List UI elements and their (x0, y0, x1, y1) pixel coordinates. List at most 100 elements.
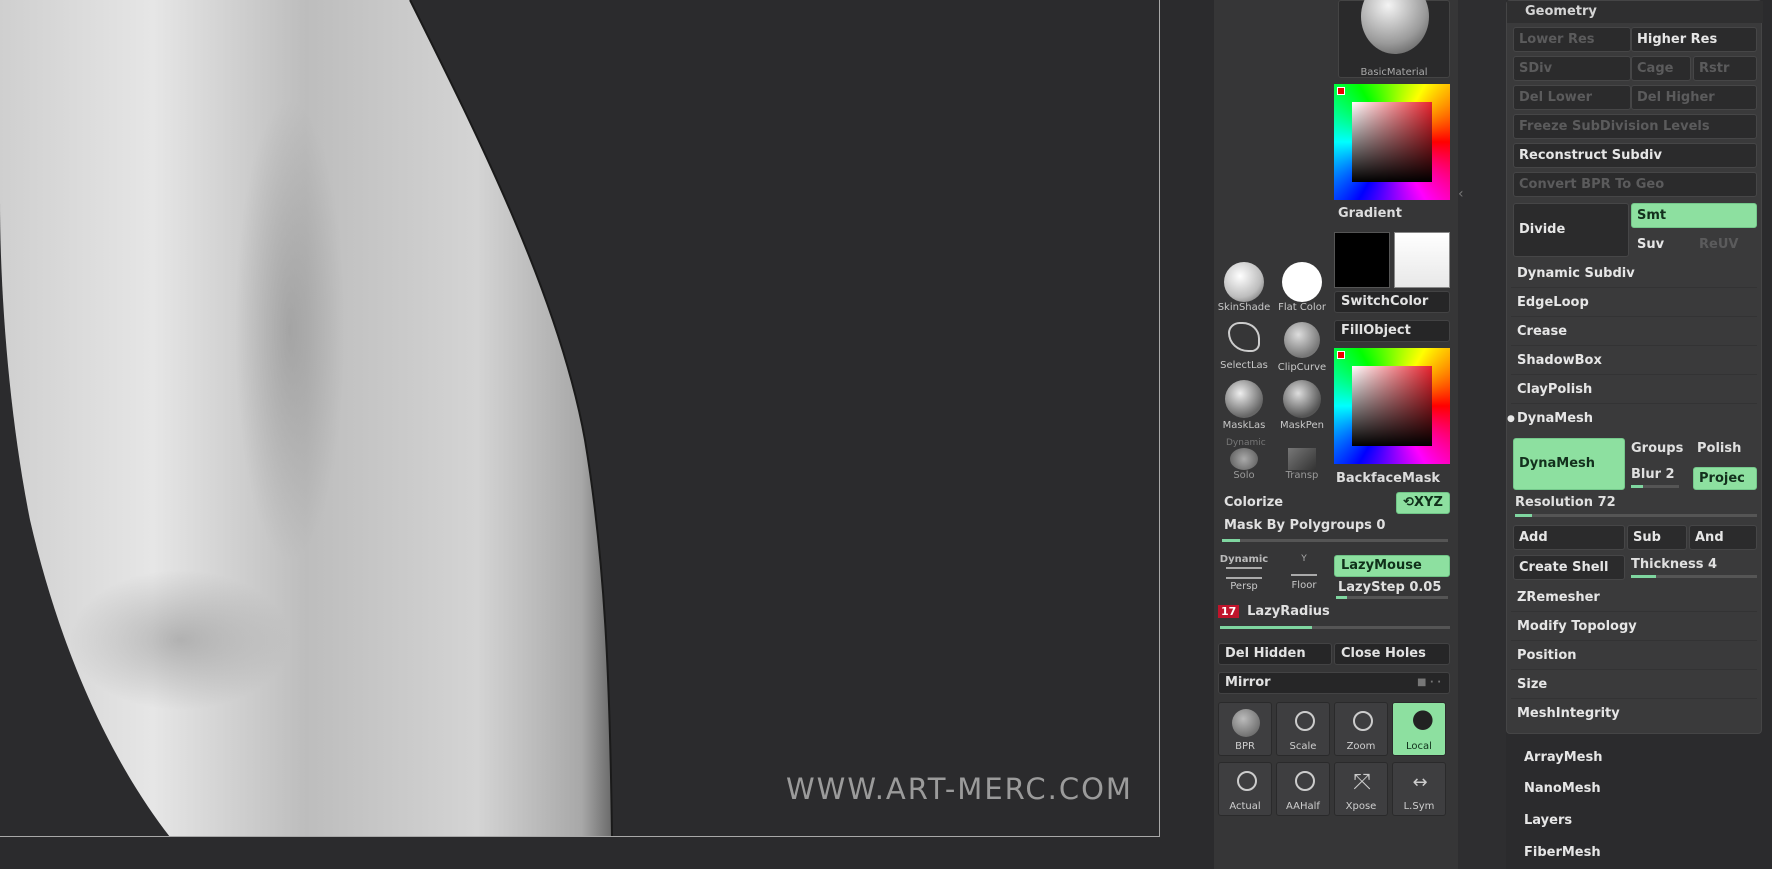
tray-collapse-handle-icon[interactable]: ‹ (1458, 186, 1466, 212)
bottom-strip (0, 837, 1160, 869)
position-section[interactable]: Position (1511, 642, 1757, 670)
shadowbox-section[interactable]: ShadowBox (1511, 347, 1757, 375)
lazystep-track[interactable] (1336, 596, 1448, 599)
canvas-viewport[interactable]: WWW.ART-MERC.COM (0, 0, 1160, 837)
persp-button[interactable]: Dynamic Persp (1216, 554, 1272, 600)
xyz-toggle-button[interactable]: ⟲XYZ (1396, 492, 1450, 514)
lazyradius-slider[interactable]: 17 LazyRadius (1218, 604, 1450, 626)
mask-by-polygroups-slider[interactable]: Mask By Polygroups 0 (1224, 518, 1448, 536)
thickness-fill (1631, 575, 1657, 578)
mirror-button[interactable]: Mirror ■ · · (1218, 672, 1450, 694)
cage-button[interactable]: Cage (1631, 56, 1691, 81)
close-holes-button[interactable]: Close Holes (1334, 643, 1450, 665)
nanomesh-subpalette[interactable]: NanoMesh (1524, 781, 1601, 796)
right-shelf: BasicMaterial Gradient SwitchColor FillO… (1214, 0, 1458, 869)
blur-track[interactable] (1631, 485, 1679, 488)
edgeloop-section[interactable]: EdgeLoop (1511, 289, 1757, 317)
actual-button[interactable]: Actual (1218, 762, 1272, 816)
convert-bpr-button[interactable]: Convert BPR To Geo (1513, 172, 1757, 197)
size-section[interactable]: Size (1511, 671, 1757, 699)
main-color-picker[interactable] (1334, 84, 1450, 200)
flat-color-material-button[interactable]: Flat Color (1272, 262, 1332, 318)
smt-toggle[interactable]: Smt (1631, 203, 1757, 228)
project-toggle[interactable]: Projec (1693, 467, 1757, 490)
switch-color-button[interactable]: SwitchColor (1334, 291, 1450, 313)
groups-toggle[interactable]: Groups (1631, 441, 1683, 456)
tray-divider[interactable]: ‹ (1458, 0, 1506, 869)
higher-res-button[interactable]: Higher Res (1631, 27, 1757, 52)
thickness-track[interactable] (1631, 575, 1757, 578)
polish-toggle[interactable]: Polish (1697, 441, 1741, 456)
freeze-subdivision-button[interactable]: Freeze SubDivision Levels (1513, 114, 1757, 139)
transp-button[interactable]: Transp (1272, 448, 1332, 488)
material-thumbnail[interactable]: BasicMaterial (1338, 0, 1450, 78)
backface-color-picker[interactable] (1334, 348, 1450, 464)
local-symmetry-button[interactable]: ↔ L.Sym (1392, 762, 1446, 816)
meshintegrity-section[interactable]: MeshIntegrity (1511, 700, 1757, 728)
del-hidden-button[interactable]: Del Hidden (1218, 643, 1332, 665)
del-lower-button[interactable]: Del Lower (1513, 85, 1631, 110)
mask-pen-button[interactable]: MaskPen (1272, 380, 1332, 436)
gradient-label[interactable]: Gradient (1338, 206, 1402, 221)
lower-res-button[interactable]: Lower Res (1513, 27, 1631, 52)
sub-button[interactable]: Sub (1627, 525, 1687, 550)
clip-curve-button[interactable]: ClipCurve (1272, 322, 1332, 378)
local-transform-icon (1406, 709, 1434, 737)
skinshade-material-button[interactable]: SkinShade (1216, 262, 1272, 318)
color-marker-icon (1337, 351, 1345, 359)
select-lasso-button[interactable]: SelectLas (1216, 322, 1272, 378)
thickness-slider[interactable]: Thickness 4 (1631, 557, 1717, 572)
backface-mask-label[interactable]: BackfaceMask (1336, 471, 1440, 486)
zoom-button[interactable]: Zoom (1334, 702, 1388, 756)
dynamesh-section[interactable]: ● DynaMesh (1507, 405, 1757, 433)
zremesher-section[interactable]: ZRemesher (1511, 584, 1757, 612)
lazystep-slider[interactable]: LazyStep 0.05 (1338, 580, 1441, 595)
bpr-render-button[interactable]: BPR (1218, 702, 1272, 756)
lazyradius-fill (1220, 626, 1312, 629)
crease-section[interactable]: Crease (1511, 318, 1757, 346)
colorize-label[interactable]: Colorize (1224, 495, 1283, 510)
reuv-button[interactable]: ReUV (1693, 232, 1757, 257)
reconstruct-subdiv-button[interactable]: Reconstruct Subdiv (1513, 143, 1757, 168)
add-button[interactable]: Add (1513, 525, 1625, 550)
sculpted-mesh[interactable] (0, 0, 1160, 837)
aahalf-button[interactable]: AAHalf (1276, 762, 1330, 816)
secondary-color-swatch[interactable] (1394, 232, 1450, 288)
resolution-track[interactable] (1515, 514, 1757, 517)
primary-color-swatch[interactable] (1334, 232, 1390, 288)
material-label: BasicMaterial (1360, 67, 1428, 78)
mask-by-polygroups-track[interactable] (1222, 539, 1448, 542)
clip-curve-icon (1284, 322, 1320, 358)
del-higher-button[interactable]: Del Higher (1631, 85, 1757, 110)
suv-toggle[interactable]: Suv (1631, 232, 1691, 257)
layers-subpalette[interactable]: Layers (1524, 813, 1572, 828)
arraymesh-subpalette[interactable]: ArrayMesh (1524, 750, 1602, 765)
local-button[interactable]: Local (1392, 702, 1446, 756)
mask-by-polygroups-fill (1222, 539, 1241, 542)
lazyradius-track[interactable] (1220, 626, 1450, 629)
blur-slider[interactable]: Blur 2 (1631, 467, 1675, 482)
xpose-arrows-icon: ⤧ (1353, 770, 1371, 795)
blur-fill (1631, 485, 1643, 488)
scale-button[interactable]: Scale (1276, 702, 1330, 756)
resolution-slider[interactable]: Resolution 72 (1515, 495, 1616, 510)
claypolish-section[interactable]: ClayPolish (1511, 376, 1757, 404)
dynamic-subdiv-section[interactable]: Dynamic Subdiv (1511, 260, 1757, 288)
floor-button[interactable]: Y Floor (1276, 554, 1332, 600)
geometry-header[interactable]: Geometry (1507, 1, 1763, 23)
solo-button[interactable]: Solo (1216, 448, 1272, 488)
and-button[interactable]: And (1689, 525, 1757, 550)
xpose-button[interactable]: ⤧ Xpose (1334, 762, 1388, 816)
mask-lasso-button[interactable]: MaskLas (1216, 380, 1272, 436)
create-shell-button[interactable]: Create Shell (1513, 555, 1625, 580)
scale-magnifier-icon (1295, 711, 1315, 731)
divide-button[interactable]: Divide (1513, 203, 1629, 257)
rstr-button[interactable]: Rstr (1693, 56, 1757, 81)
lazymouse-button[interactable]: LazyMouse (1334, 555, 1450, 577)
actual-magnifier-icon (1237, 771, 1257, 791)
fill-object-button[interactable]: FillObject (1334, 320, 1450, 342)
fibermesh-subpalette[interactable]: FiberMesh (1524, 845, 1601, 860)
dynamesh-button[interactable]: DynaMesh (1513, 438, 1625, 490)
modify-topology-section[interactable]: Modify Topology (1511, 613, 1757, 641)
sdiv-slider[interactable]: SDiv (1513, 56, 1631, 81)
